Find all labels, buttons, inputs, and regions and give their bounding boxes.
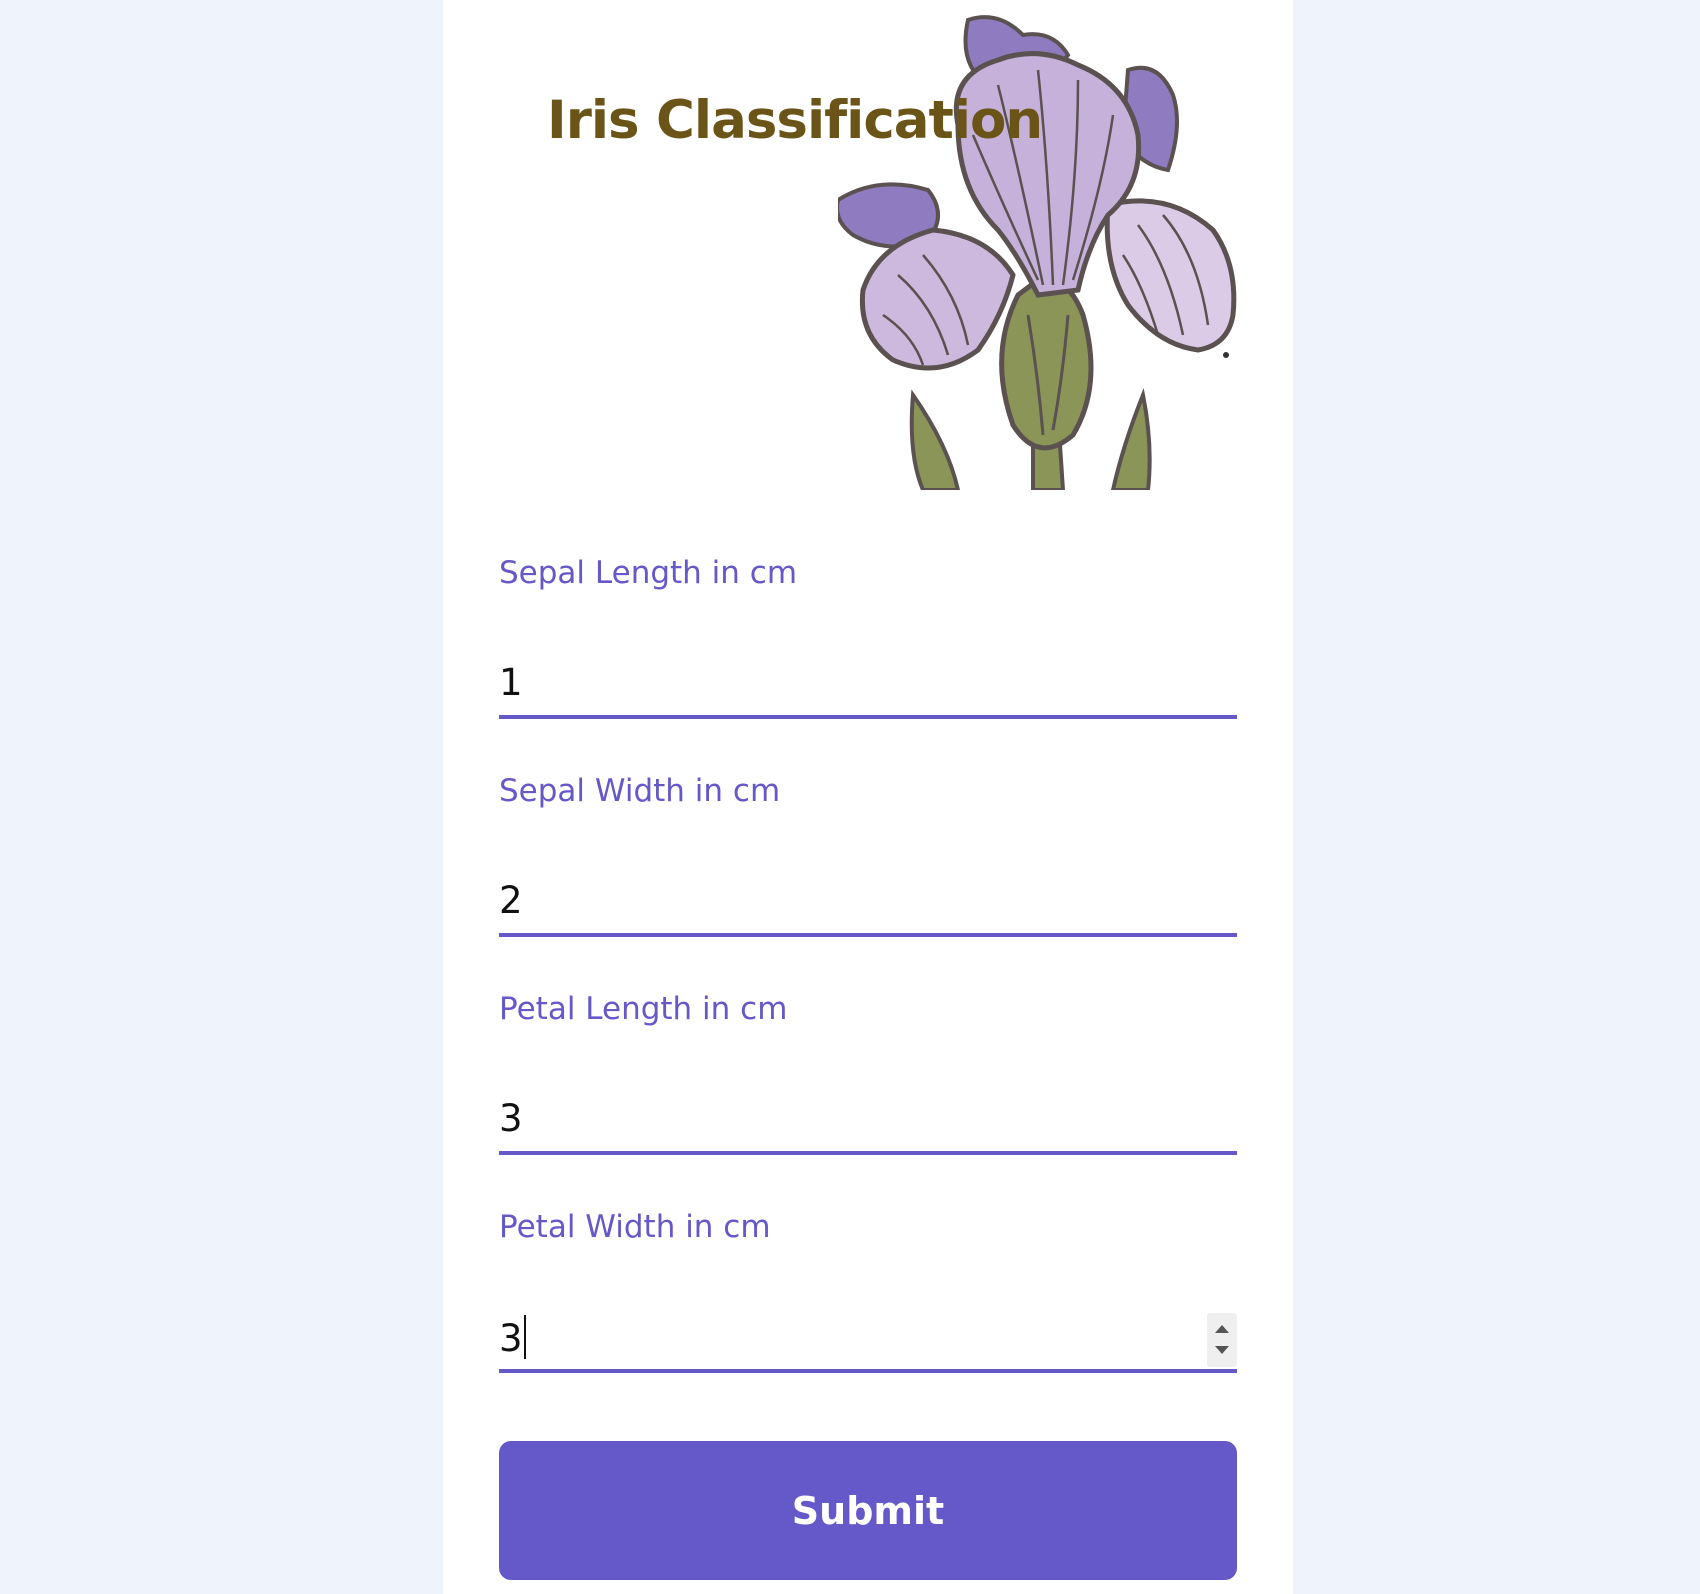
petal-width-value: 3 bbox=[499, 1317, 523, 1360]
petal-width-field: Petal Width in cm 3 bbox=[499, 1209, 1237, 1427]
text-caret bbox=[523, 1315, 526, 1359]
hero-section: Iris Classification bbox=[443, 0, 1293, 490]
petal-width-label: Petal Width in cm bbox=[499, 1209, 771, 1245]
sepal-width-label: Sepal Width in cm bbox=[499, 773, 781, 809]
sepal-width-value: 2 bbox=[499, 879, 523, 922]
page-title: Iris Classification bbox=[547, 90, 1043, 151]
submit-button[interactable]: Submit bbox=[499, 1441, 1237, 1580]
sepal-width-input[interactable]: 2 bbox=[499, 873, 1237, 937]
petal-width-value-wrap: 3 bbox=[499, 1315, 526, 1360]
number-spinner-icon[interactable] bbox=[1207, 1313, 1237, 1367]
spinner-down-arrow-icon[interactable] bbox=[1215, 1346, 1229, 1354]
form-card: Iris Classification Sepal Length in cm 1… bbox=[443, 0, 1293, 1594]
spinner-up-arrow-icon[interactable] bbox=[1215, 1325, 1229, 1333]
petal-width-input[interactable]: 3 bbox=[499, 1309, 1237, 1373]
petal-length-value: 3 bbox=[499, 1097, 523, 1140]
iris-flower-illustration bbox=[838, 15, 1237, 490]
sepal-length-input[interactable]: 1 bbox=[499, 655, 1237, 719]
petal-length-label: Petal Length in cm bbox=[499, 991, 788, 1027]
sepal-length-field: Sepal Length in cm 1 bbox=[499, 555, 1237, 773]
sepal-length-value: 1 bbox=[499, 661, 523, 704]
petal-length-input[interactable]: 3 bbox=[499, 1091, 1237, 1155]
sepal-width-field: Sepal Width in cm 2 bbox=[499, 773, 1237, 991]
sepal-length-label: Sepal Length in cm bbox=[499, 555, 798, 591]
iris-form: Sepal Length in cm 1 Sepal Width in cm 2… bbox=[499, 555, 1237, 1427]
petal-length-field: Petal Length in cm 3 bbox=[499, 991, 1237, 1209]
